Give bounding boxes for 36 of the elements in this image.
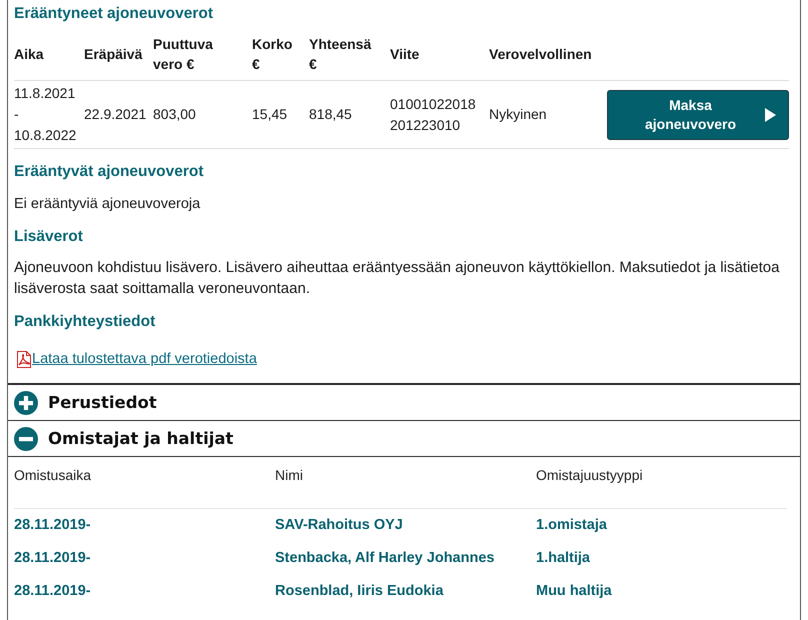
pay-button[interactable]: Maksa ajoneuvovero [607, 90, 789, 140]
section-heading: Erääntyneet ajoneuvoverot [14, 4, 214, 24]
table-cell-text: 1.haltija [536, 549, 591, 568]
table-cell-text: 28.11.2019- [14, 549, 92, 568]
column-header: Eräpäivä [84, 45, 144, 64]
column-header: Aika [14, 45, 45, 64]
section-heading: Pankkiyhteystiedot [14, 312, 156, 332]
info-text: Ei erääntyviä ajoneuvoveroja [14, 195, 202, 214]
table-cell-text: 803,00 [153, 105, 197, 124]
column-header: Verovelvollinen [489, 45, 593, 64]
section-heading: Lisäverot [14, 227, 84, 247]
table-cell-text: Stenbacka, Alf Harley Johannes [275, 549, 496, 568]
table-cell-text: 01001022018 201223010 [390, 94, 477, 134]
table-cell-text: 28.11.2019- [14, 516, 92, 535]
column-header: Yhteensä € [309, 35, 372, 74]
table-cell-text: Rosenblad, Iiris Eudokia [275, 582, 444, 601]
table-cell-text: 22.9.2021 [84, 105, 148, 124]
table-cell-text: 15,45 [252, 105, 288, 124]
section-heading: Erääntyvät ajoneuvoverot [14, 162, 205, 182]
table-cell-text: SAV-Rahoitus OYJ [275, 516, 404, 535]
column-header: Omistusaika [14, 466, 92, 485]
column-header: Omistajuustyyppi [536, 466, 644, 485]
table-cell-text: 1.omistaja [536, 516, 608, 535]
table-cell-text: Nykyinen [489, 105, 548, 124]
column-header: Korko € [252, 35, 294, 74]
info-text: Ajoneuvoon kohdistuu lisävero. Lisävero aiheuttaa erääntyessään ajoneuvon käyttökiellon. Maksutiedot ja lisätietoa lisäverosta saat soittamalla veroneuvontaan. [14, 258, 780, 299]
triangle-icon [764, 108, 776, 122]
download-link[interactable]: Lataa tulostettava pdf verotiedoista [32, 349, 257, 369]
table-cell-text: 28.11.2019- [14, 582, 92, 601]
column-header: Puuttuva vero € [153, 35, 214, 74]
table-cell-text: Muu haltija [536, 582, 613, 601]
table-cell-text: 11.8.2021 - 10.8.2022 [14, 84, 78, 145]
pdf-file-icon [16, 350, 32, 368]
column-header: Viite [390, 45, 420, 64]
table-cell-text: 818,45 [309, 105, 353, 124]
column-header: Nimi [275, 466, 304, 485]
